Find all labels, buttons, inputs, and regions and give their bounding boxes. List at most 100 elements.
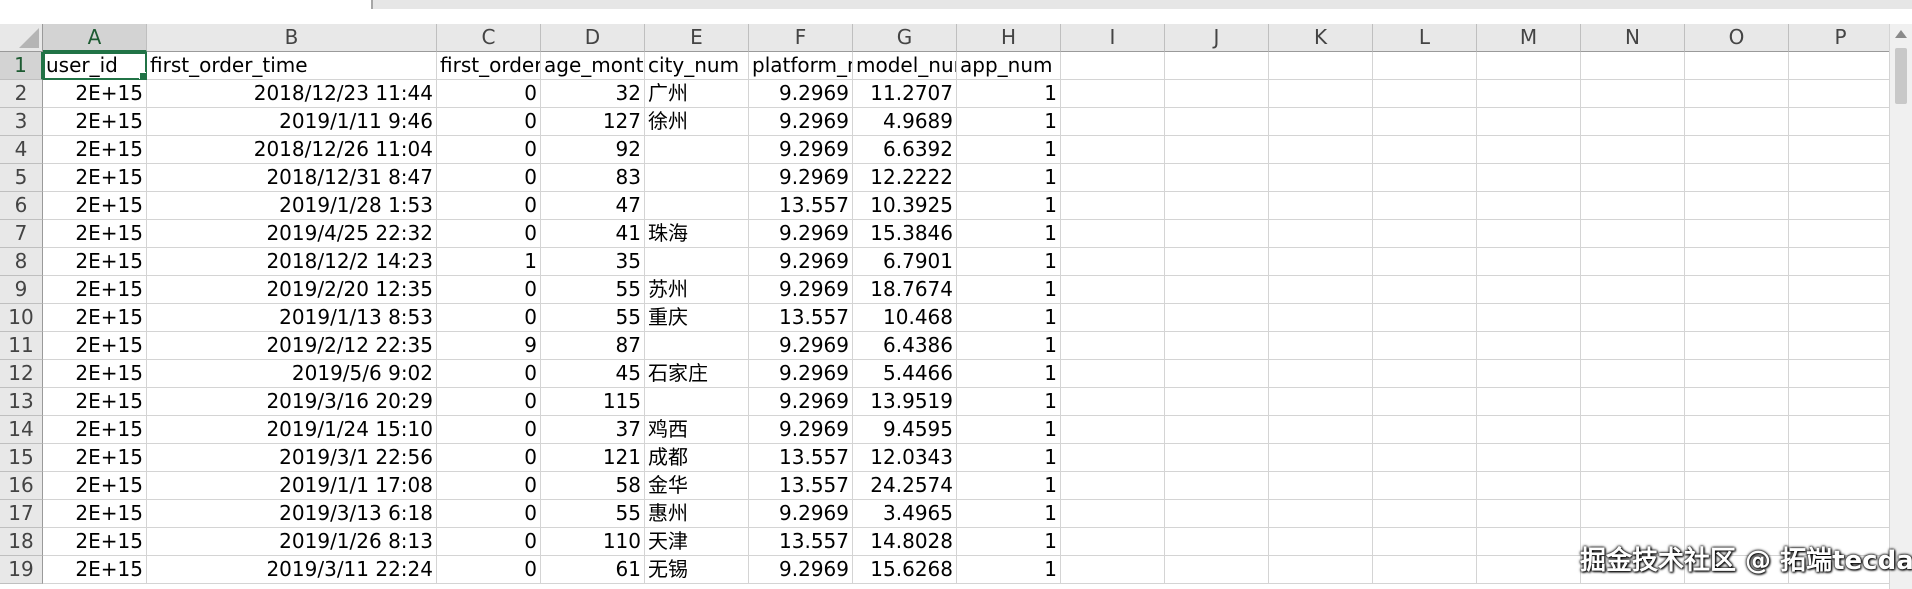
header-cell-f[interactable]: platform_n [749, 52, 853, 80]
cell-b19[interactable]: 2019/3/11 22:24 [147, 556, 437, 584]
cell-g2[interactable]: 11.2707 [853, 80, 957, 108]
cell-a10[interactable]: 2E+15 [43, 304, 147, 332]
cell-n11[interactable] [1581, 332, 1685, 360]
cell-b10[interactable]: 2019/1/13 8:53 [147, 304, 437, 332]
cell-k3[interactable] [1269, 108, 1373, 136]
cell-a16[interactable]: 2E+15 [43, 472, 147, 500]
cell-l2[interactable] [1373, 80, 1477, 108]
cell-j12[interactable] [1165, 360, 1269, 388]
cell-a18[interactable]: 2E+15 [43, 528, 147, 556]
cell-k6[interactable] [1269, 192, 1373, 220]
cell-l11[interactable] [1373, 332, 1477, 360]
cell-j11[interactable] [1165, 332, 1269, 360]
cell-n9[interactable] [1581, 276, 1685, 304]
cell-i12[interactable] [1061, 360, 1165, 388]
header-cell-d[interactable]: age_montl [541, 52, 645, 80]
cell-l8[interactable] [1373, 248, 1477, 276]
row-header-7[interactable]: 7 [0, 220, 43, 248]
cell-l17[interactable] [1373, 500, 1477, 528]
cell-o11[interactable] [1685, 332, 1789, 360]
cell-h15[interactable]: 1 [957, 444, 1061, 472]
cell-m7[interactable] [1477, 220, 1581, 248]
cell-c17[interactable]: 0 [437, 500, 541, 528]
column-header-a[interactable]: A [43, 24, 147, 52]
cell-m3[interactable] [1477, 108, 1581, 136]
cell-g17[interactable]: 3.4965 [853, 500, 957, 528]
cell-i14[interactable] [1061, 416, 1165, 444]
cell-k2[interactable] [1269, 80, 1373, 108]
column-header-d[interactable]: D [541, 24, 645, 52]
cell-c12[interactable]: 0 [437, 360, 541, 388]
formula-bar[interactable] [371, 0, 1912, 9]
cell-p7[interactable] [1789, 220, 1893, 248]
cell-e13[interactable] [645, 388, 749, 416]
cell-e10[interactable]: 重庆 [645, 304, 749, 332]
cell-l4[interactable] [1373, 136, 1477, 164]
cell-p17[interactable] [1789, 500, 1893, 528]
cell-b5[interactable]: 2018/12/31 8:47 [147, 164, 437, 192]
cell-d17[interactable]: 55 [541, 500, 645, 528]
row-header-6[interactable]: 6 [0, 192, 43, 220]
column-header-j[interactable]: J [1165, 24, 1269, 52]
cell-f15[interactable]: 13.557 [749, 444, 853, 472]
cell-p10[interactable] [1789, 304, 1893, 332]
column-header-o[interactable]: O [1685, 24, 1789, 52]
cell-n5[interactable] [1581, 164, 1685, 192]
row-header-8[interactable]: 8 [0, 248, 43, 276]
cell-a7[interactable]: 2E+15 [43, 220, 147, 248]
cell-o3[interactable] [1685, 108, 1789, 136]
cell-h10[interactable]: 1 [957, 304, 1061, 332]
row-header-11[interactable]: 11 [0, 332, 43, 360]
row-header-9[interactable]: 9 [0, 276, 43, 304]
cell-k16[interactable] [1269, 472, 1373, 500]
cell-g9[interactable]: 18.7674 [853, 276, 957, 304]
cell-a19[interactable]: 2E+15 [43, 556, 147, 584]
cell-b13[interactable]: 2019/3/16 20:29 [147, 388, 437, 416]
cell-n4[interactable] [1581, 136, 1685, 164]
cell-f19[interactable]: 9.2969 [749, 556, 853, 584]
cell-j10[interactable] [1165, 304, 1269, 332]
cell-l19[interactable] [1373, 556, 1477, 584]
header-cell-h[interactable]: app_num [957, 52, 1061, 80]
cell-o2[interactable] [1685, 80, 1789, 108]
row-header-1[interactable]: 1 [0, 52, 43, 80]
cell-m17[interactable] [1477, 500, 1581, 528]
cell-e11[interactable] [645, 332, 749, 360]
header-cell-c[interactable]: first_order_ [437, 52, 541, 80]
row-header-15[interactable]: 15 [0, 444, 43, 472]
cell-i17[interactable] [1061, 500, 1165, 528]
cell-f17[interactable]: 9.2969 [749, 500, 853, 528]
cell-m12[interactable] [1477, 360, 1581, 388]
cell-c15[interactable]: 0 [437, 444, 541, 472]
cell-k15[interactable] [1269, 444, 1373, 472]
cell-b3[interactable]: 2019/1/11 9:46 [147, 108, 437, 136]
cell-g19[interactable]: 15.6268 [853, 556, 957, 584]
cell-f12[interactable]: 9.2969 [749, 360, 853, 388]
cell-n13[interactable] [1581, 388, 1685, 416]
cell-p11[interactable] [1789, 332, 1893, 360]
cell-e12[interactable]: 石家庄 [645, 360, 749, 388]
cell-j19[interactable] [1165, 556, 1269, 584]
cell-p16[interactable] [1789, 472, 1893, 500]
cell-h14[interactable]: 1 [957, 416, 1061, 444]
cell-f4[interactable]: 9.2969 [749, 136, 853, 164]
cell-n3[interactable] [1581, 108, 1685, 136]
cell-p1[interactable] [1789, 52, 1893, 80]
cell-h9[interactable]: 1 [957, 276, 1061, 304]
cell-m13[interactable] [1477, 388, 1581, 416]
cell-p5[interactable] [1789, 164, 1893, 192]
cell-k14[interactable] [1269, 416, 1373, 444]
cell-e14[interactable]: 鸡西 [645, 416, 749, 444]
cell-k1[interactable] [1269, 52, 1373, 80]
cell-k5[interactable] [1269, 164, 1373, 192]
cell-m16[interactable] [1477, 472, 1581, 500]
cell-h7[interactable]: 1 [957, 220, 1061, 248]
cell-d16[interactable]: 58 [541, 472, 645, 500]
cell-h5[interactable]: 1 [957, 164, 1061, 192]
cell-d7[interactable]: 41 [541, 220, 645, 248]
cell-d8[interactable]: 35 [541, 248, 645, 276]
cell-b2[interactable]: 2018/12/23 11:44 [147, 80, 437, 108]
cell-c9[interactable]: 0 [437, 276, 541, 304]
row-header-13[interactable]: 13 [0, 388, 43, 416]
cell-p6[interactable] [1789, 192, 1893, 220]
